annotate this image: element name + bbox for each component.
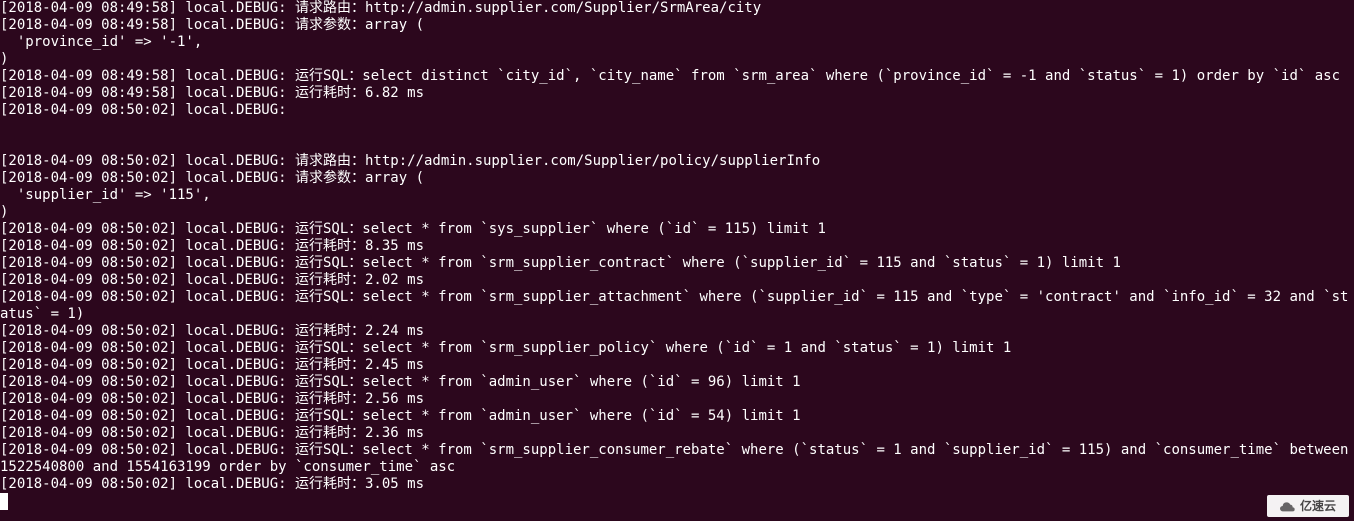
log-line: [2018-04-09 08:50:02] local.DEBUG: 运行SQL… (0, 255, 1121, 271)
log-line: [2018-04-09 08:50:02] local.DEBUG: 运行耗时：… (0, 425, 424, 441)
watermark-text: 亿速云 (1300, 498, 1336, 515)
cloud-icon (1280, 500, 1296, 512)
terminal-cursor (0, 493, 8, 510)
log-line: [2018-04-09 08:50:02] local.DEBUG: 运行SQL… (0, 340, 1011, 356)
log-line: [2018-04-09 08:50:02] local.DEBUG: 运行SQL… (0, 221, 826, 237)
log-line: [2018-04-09 08:50:02] local.DEBUG: 请求路由：… (0, 153, 820, 169)
log-line: [2018-04-09 08:50:02] local.DEBUG: 运行耗时：… (0, 323, 424, 339)
log-line: ) (0, 204, 8, 220)
log-line: [2018-04-09 08:49:58] local.DEBUG: 请求路由：… (0, 0, 761, 16)
log-line: [2018-04-09 08:50:02] local.DEBUG: 运行SQL… (0, 408, 801, 424)
log-line: ) (0, 51, 8, 67)
log-line: [2018-04-09 08:50:02] local.DEBUG: 运行耗时：… (0, 476, 424, 492)
log-line: [2018-04-09 08:49:58] local.DEBUG: 运行耗时：… (0, 85, 424, 101)
log-line: [2018-04-09 08:50:02] local.DEBUG: 运行SQL… (0, 374, 801, 390)
log-line: [2018-04-09 08:50:02] local.DEBUG: 运行耗时：… (0, 238, 424, 254)
log-line: [2018-04-09 08:49:58] local.DEBUG: 请求参数：… (0, 17, 424, 33)
log-line: 'province_id' => '-1', (0, 34, 202, 50)
log-line: [2018-04-09 08:50:02] local.DEBUG: 运行耗时：… (0, 272, 424, 288)
log-line: [2018-04-09 08:49:58] local.DEBUG: 运行SQL… (0, 68, 1340, 84)
log-line: [2018-04-09 08:50:02] local.DEBUG: 运行SQL… (0, 442, 1354, 475)
log-line: [2018-04-09 08:50:02] local.DEBUG: 运行SQL… (0, 289, 1348, 322)
watermark-badge: 亿速云 (1267, 495, 1349, 517)
log-line: [2018-04-09 08:50:02] local.DEBUG: (0, 102, 287, 118)
log-line: 'supplier_id' => '115', (0, 187, 211, 203)
log-line: [2018-04-09 08:50:02] local.DEBUG: 运行耗时：… (0, 357, 424, 373)
log-line: [2018-04-09 08:50:02] local.DEBUG: 请求参数：… (0, 170, 424, 186)
log-line: [2018-04-09 08:50:02] local.DEBUG: 运行耗时：… (0, 391, 424, 407)
terminal-pane[interactable]: [2018-04-09 08:49:58] local.DEBUG: 请求路由：… (0, 0, 1354, 521)
